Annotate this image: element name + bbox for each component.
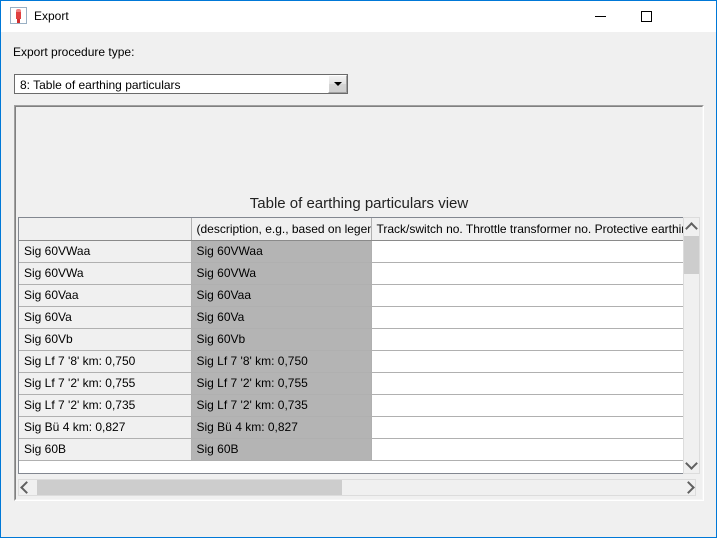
- cell-name[interactable]: Sig 60Va: [19, 306, 192, 329]
- chevron-down-icon[interactable]: [684, 456, 699, 473]
- window-title: Export: [34, 9, 69, 23]
- cell-details[interactable]: [371, 262, 695, 285]
- column-header-details[interactable]: Track/switch no. Throttle transformer no…: [371, 218, 695, 241]
- chevron-right-icon[interactable]: [678, 480, 695, 495]
- maximize-icon: [640, 10, 652, 22]
- cell-name[interactable]: Sig 60VWaa: [19, 240, 192, 263]
- cell-name[interactable]: Sig Bü 4 km: 0,827: [19, 416, 192, 439]
- table-header-row: (description, e.g., based on legend) Tra…: [19, 218, 695, 241]
- cell-description[interactable]: Sig 60B: [191, 438, 372, 461]
- grid-horizontal-scrollbar[interactable]: [18, 479, 696, 496]
- table-row[interactable]: Sig 60Vb Sig 60Vb: [19, 328, 695, 351]
- cell-details[interactable]: [371, 350, 695, 373]
- grid-panel-inner: Table of earthing particulars view (desc…: [15, 106, 703, 500]
- cell-description[interactable]: Sig 60VWa: [191, 262, 372, 285]
- table-row[interactable]: Sig 60VWaa Sig 60VWaa: [19, 240, 695, 263]
- cell-details[interactable]: [371, 438, 695, 461]
- cell-name[interactable]: Sig 60VWa: [19, 262, 192, 285]
- column-header-description[interactable]: (description, e.g., based on legend): [191, 218, 372, 241]
- cell-details[interactable]: [371, 416, 695, 439]
- cell-name[interactable]: Sig Lf 7 '2' km: 0,735: [19, 394, 192, 417]
- cell-description[interactable]: Sig 60Vaa: [191, 284, 372, 307]
- cell-name[interactable]: Sig Lf 7 '2' km: 0,755: [19, 372, 192, 395]
- cell-description[interactable]: Sig 60VWaa: [191, 240, 372, 263]
- minimize-button[interactable]: [577, 1, 623, 31]
- table-row[interactable]: Sig Lf 7 '2' km: 0,755 Sig Lf 7 '2' km: …: [19, 372, 695, 395]
- data-grid: (description, e.g., based on legend) Tra…: [19, 218, 695, 461]
- cell-description[interactable]: Sig Lf 7 '2' km: 0,735: [191, 394, 372, 417]
- minimize-icon: [594, 15, 606, 17]
- cell-name[interactable]: Sig Lf 7 '8' km: 0,750: [19, 350, 192, 373]
- export-type-label: Export procedure type:: [13, 45, 135, 59]
- grid-title: Table of earthing particulars view: [249, 195, 469, 212]
- maximize-button[interactable]: [623, 1, 669, 31]
- cell-description[interactable]: Sig Lf 7 '8' km: 0,750: [191, 350, 372, 373]
- export-type-selected-value: 8: Table of earthing particulars: [20, 78, 181, 92]
- table-row[interactable]: Sig 60B Sig 60B: [19, 438, 695, 461]
- table-row[interactable]: Sig Bü 4 km: 0,827 Sig Bü 4 km: 0,827: [19, 416, 695, 439]
- data-grid-viewport[interactable]: (description, e.g., based on legend) Tra…: [18, 217, 696, 474]
- grid-vertical-scrollbar[interactable]: [683, 217, 700, 474]
- person-figure-icon: [10, 7, 27, 24]
- cell-name[interactable]: Sig 60B: [19, 438, 192, 461]
- column-header-name[interactable]: [19, 218, 192, 241]
- cell-details[interactable]: [371, 284, 695, 307]
- cell-description[interactable]: Sig Bü 4 km: 0,827: [191, 416, 372, 439]
- chevron-up-icon[interactable]: [684, 218, 699, 235]
- table-body: Sig 60VWaa Sig 60VWaa Sig 60VWa Sig 60VW…: [19, 240, 695, 461]
- export-type-combobox[interactable]: 8: Table of earthing particulars: [14, 74, 348, 94]
- vertical-scroll-thumb[interactable]: [684, 236, 699, 274]
- table-row[interactable]: Sig Lf 7 '8' km: 0,750 Sig Lf 7 '8' km: …: [19, 350, 695, 373]
- chevron-down-icon[interactable]: [328, 75, 347, 93]
- cell-details[interactable]: [371, 372, 695, 395]
- cell-description[interactable]: Sig 60Va: [191, 306, 372, 329]
- cell-name[interactable]: Sig 60Vaa: [19, 284, 192, 307]
- cell-details[interactable]: [371, 306, 695, 329]
- cell-details[interactable]: [371, 394, 695, 417]
- table-row[interactable]: Sig 60Vaa Sig 60Vaa: [19, 284, 695, 307]
- table-row[interactable]: Sig 60VWa Sig 60VWa: [19, 262, 695, 285]
- export-window: Export Export procedure type: 8: Table o…: [0, 0, 717, 538]
- grid-panel: Table of earthing particulars view (desc…: [14, 105, 704, 501]
- chevron-left-icon[interactable]: [19, 480, 36, 495]
- cell-name[interactable]: Sig 60Vb: [19, 328, 192, 351]
- cell-details[interactable]: [371, 328, 695, 351]
- cell-description[interactable]: Sig 60Vb: [191, 328, 372, 351]
- cell-description[interactable]: Sig Lf 7 '2' km: 0,755: [191, 372, 372, 395]
- client-area: Export procedure type: 8: Table of earth…: [2, 32, 716, 537]
- cell-details[interactable]: [371, 240, 695, 263]
- table-row[interactable]: Sig 60Va Sig 60Va: [19, 306, 695, 329]
- title-bar: Export: [1, 1, 716, 525]
- horizontal-scroll-thumb[interactable]: [37, 480, 342, 495]
- table-row[interactable]: Sig Lf 7 '2' km: 0,735 Sig Lf 7 '2' km: …: [19, 394, 695, 417]
